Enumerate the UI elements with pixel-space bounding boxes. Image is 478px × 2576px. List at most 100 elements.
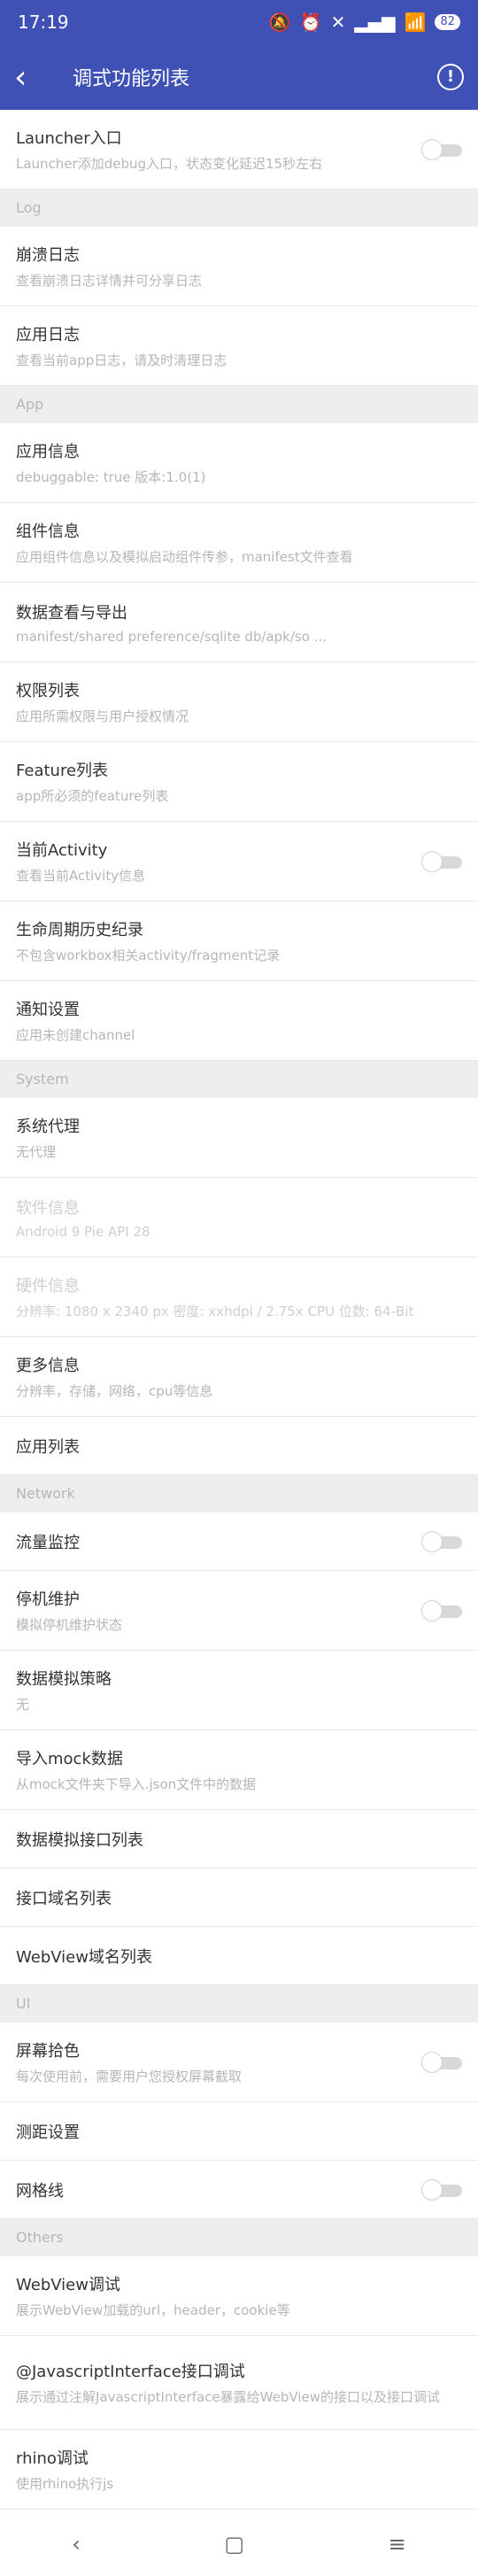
item-title: 权限列表: [16, 682, 80, 700]
item-subtitle: 无代理: [16, 1144, 57, 1160]
section-header-ui: UI: [0, 1985, 478, 2023]
back-arrow-icon[interactable]: ‹: [14, 59, 46, 96]
item-title: 停机维护: [16, 1590, 80, 1609]
item-subtitle: 无: [16, 1697, 30, 1713]
home-icon[interactable]: ▢: [224, 2532, 244, 2557]
item-title: WebView域名列表: [16, 1947, 152, 1967]
list-item-mock-strategy[interactable]: 数据模拟策略 无: [0, 1651, 478, 1730]
list-item-current-activity[interactable]: 当前Activity 查看当前Activity信息: [0, 822, 478, 901]
list-item-system-proxy[interactable]: 系统代理 无代理: [0, 1098, 478, 1178]
item-title: 通知设置: [16, 1001, 80, 1019]
sim-x-icon: ✕: [330, 12, 346, 33]
maintenance-toggle[interactable]: [421, 1599, 462, 1621]
list-item-notification-settings[interactable]: 通知设置 应用未创建channel: [0, 981, 478, 1061]
item-subtitle: Launcher添加debug入口，状态变化延迟15秒左右: [16, 156, 323, 172]
section-header-others: Others: [0, 2219, 478, 2256]
item-title: rhino调试: [16, 2449, 89, 2468]
list-item-data-export[interactable]: 数据查看与导出 manifest/shared preference/sqlit…: [0, 583, 478, 662]
list-item-import-mock[interactable]: 导入mock数据 从mock文件夹下导入.json文件中的数据: [0, 1730, 478, 1810]
list-item-mock-api-list[interactable]: 数据模拟接口列表: [0, 1810, 478, 1868]
launcher-toggle[interactable]: [421, 138, 462, 160]
list-item-rhino-debug[interactable]: rhino调试 使用rhino执行js: [0, 2430, 478, 2510]
item-title: 应用信息: [16, 443, 80, 461]
toolbar: ‹ 调式功能列表 !: [0, 44, 478, 110]
item-title: 流量监控: [16, 1533, 80, 1552]
status-icons: 🔕 ⏰ ✕ ▂▄▆ 📶 82: [269, 12, 460, 33]
status-bar: 17:19 🔕 ⏰ ✕ ▂▄▆ 📶 82: [0, 0, 478, 44]
page-title: 调式功能列表: [73, 68, 190, 90]
list-item-distance-settings[interactable]: 测距设置: [0, 2102, 478, 2161]
item-title: 软件信息: [16, 1198, 80, 1218]
menu-icon[interactable]: ≡: [389, 2532, 406, 2557]
current-activity-toggle[interactable]: [421, 850, 462, 872]
wifi-icon: 📶: [404, 12, 427, 33]
item-subtitle: 查看当前Activity信息: [16, 868, 146, 884]
item-title: 更多信息: [16, 1357, 80, 1375]
section-header-log: Log: [0, 190, 478, 227]
list-item-crash-log[interactable]: 崩溃日志 查看崩溃日志详情并可分享日志: [0, 227, 478, 306]
item-title: 数据查看与导出: [16, 603, 127, 623]
item-title: 应用列表: [16, 1437, 80, 1457]
item-subtitle: 分辨率，存储，网络，cpu等信息: [16, 1383, 213, 1399]
item-title: 网格线: [16, 2181, 64, 2201]
item-title: 屏幕拾色: [16, 2042, 80, 2061]
list-item-more-info[interactable]: 更多信息 分辨率，存储，网络，cpu等信息: [0, 1337, 478, 1417]
list-item-app-info[interactable]: 应用信息 debuggable: true 版本:1.0(1): [0, 423, 478, 503]
traffic-monitor-toggle[interactable]: [421, 1530, 462, 1552]
list-item-features[interactable]: Feature列表 app所必须的feature列表: [0, 742, 478, 822]
item-subtitle: app所必须的feature列表: [16, 788, 169, 804]
item-subtitle: 使用rhino执行js: [16, 2476, 114, 2492]
system-nav-bar: ‹ ▢ ≡: [0, 2512, 478, 2576]
item-subtitle: 分辨率: 1080 x 2340 px 密度: xxhdpi / 2.75x C…: [16, 1303, 414, 1319]
item-title: 当前Activity: [16, 841, 108, 860]
item-title: 测距设置: [16, 2123, 80, 2142]
item-subtitle: 展示通过注解JavascriptInterface暴露给WebView的接口以及…: [16, 2389, 440, 2405]
item-title: 应用日志: [16, 326, 80, 344]
mute-icon: 🔕: [268, 12, 291, 33]
item-title: 组件信息: [16, 522, 80, 541]
item-title: 系统代理: [16, 1118, 80, 1136]
item-subtitle: debuggable: true 版本:1.0(1): [16, 469, 206, 485]
item-subtitle: 应用组件信息以及模拟启动组件传参，manifest文件查看: [16, 549, 353, 565]
item-title: 硬件信息: [16, 1277, 80, 1296]
list-item-webview-domain-list[interactable]: WebView域名列表: [0, 1927, 478, 1985]
list-item-color-picker[interactable]: 屏幕拾色 每次使用前，需要用户您授权屏幕截取: [0, 2023, 478, 2102]
info-icon[interactable]: !: [437, 64, 464, 90]
item-subtitle: 模拟停机维护状态: [16, 1617, 123, 1633]
section-header-app: App: [0, 386, 478, 423]
alarm-icon: ⏰: [299, 12, 322, 33]
list-item-app-list[interactable]: 应用列表: [0, 1417, 478, 1475]
item-title: Feature列表: [16, 762, 109, 780]
list-item-permissions[interactable]: 权限列表 应用所需权限与用户授权情况: [0, 662, 478, 742]
grid-lines-toggle[interactable]: [421, 2178, 462, 2201]
list-item-api-domain-list[interactable]: 接口域名列表: [0, 1868, 478, 1927]
section-header-network: Network: [0, 1475, 478, 1512]
clock: 17:19: [18, 12, 69, 33]
list-item-hardware-info: 硬件信息 分辨率: 1080 x 2340 px 密度: xxhdpi / 2.…: [0, 1257, 478, 1337]
list-item-software-info: 软件信息 Android 9 Pie API 28: [0, 1178, 478, 1257]
battery-indicator: 82: [435, 14, 460, 30]
item-subtitle: 从mock文件夹下导入.json文件中的数据: [16, 1776, 257, 1792]
list-item-launcher[interactable]: Launcher入口 Launcher添加debug入口，状态变化延迟15秒左右: [0, 110, 478, 190]
item-subtitle: manifest/shared preference/sqlite db/apk…: [16, 628, 327, 645]
item-subtitle: 应用所需权限与用户授权情况: [16, 708, 189, 724]
section-header-system: System: [0, 1061, 478, 1098]
list-item-component-info[interactable]: 组件信息 应用组件信息以及模拟启动组件传参，manifest文件查看: [0, 503, 478, 583]
color-picker-toggle[interactable]: [421, 2051, 462, 2073]
item-subtitle: 查看崩溃日志详情并可分享日志: [16, 273, 203, 289]
item-title: 数据模拟接口列表: [16, 1830, 143, 1850]
list-item-traffic-monitor[interactable]: 流量监控: [0, 1512, 478, 1571]
item-title: Launcher入口: [16, 129, 122, 148]
list-item-app-log[interactable]: 应用日志 查看当前app日志，请及时清理日志: [0, 306, 478, 386]
list-item-webview-debug[interactable]: WebView调试 展示WebView加载的url，header，cookie等: [0, 2256, 478, 2336]
item-title: 接口域名列表: [16, 1889, 112, 1908]
item-title: 数据模拟策略: [16, 1670, 112, 1689]
list-item-grid-lines[interactable]: 网格线: [0, 2161, 478, 2219]
back-icon[interactable]: ‹: [72, 2532, 81, 2557]
item-title: 崩溃日志: [16, 246, 80, 265]
item-title: WebView调试: [16, 2276, 120, 2294]
list-item-maintenance[interactable]: 停机维护 模拟停机维护状态: [0, 1571, 478, 1651]
signal-icon: ▂▄▆: [354, 12, 396, 33]
list-item-lifecycle-history[interactable]: 生命周期历史纪录 不包含workbox相关activity/fragment记录: [0, 901, 478, 981]
list-item-js-interface-debug[interactable]: @JavascriptInterface接口调试 展示通过注解Javascrip…: [0, 2336, 478, 2430]
